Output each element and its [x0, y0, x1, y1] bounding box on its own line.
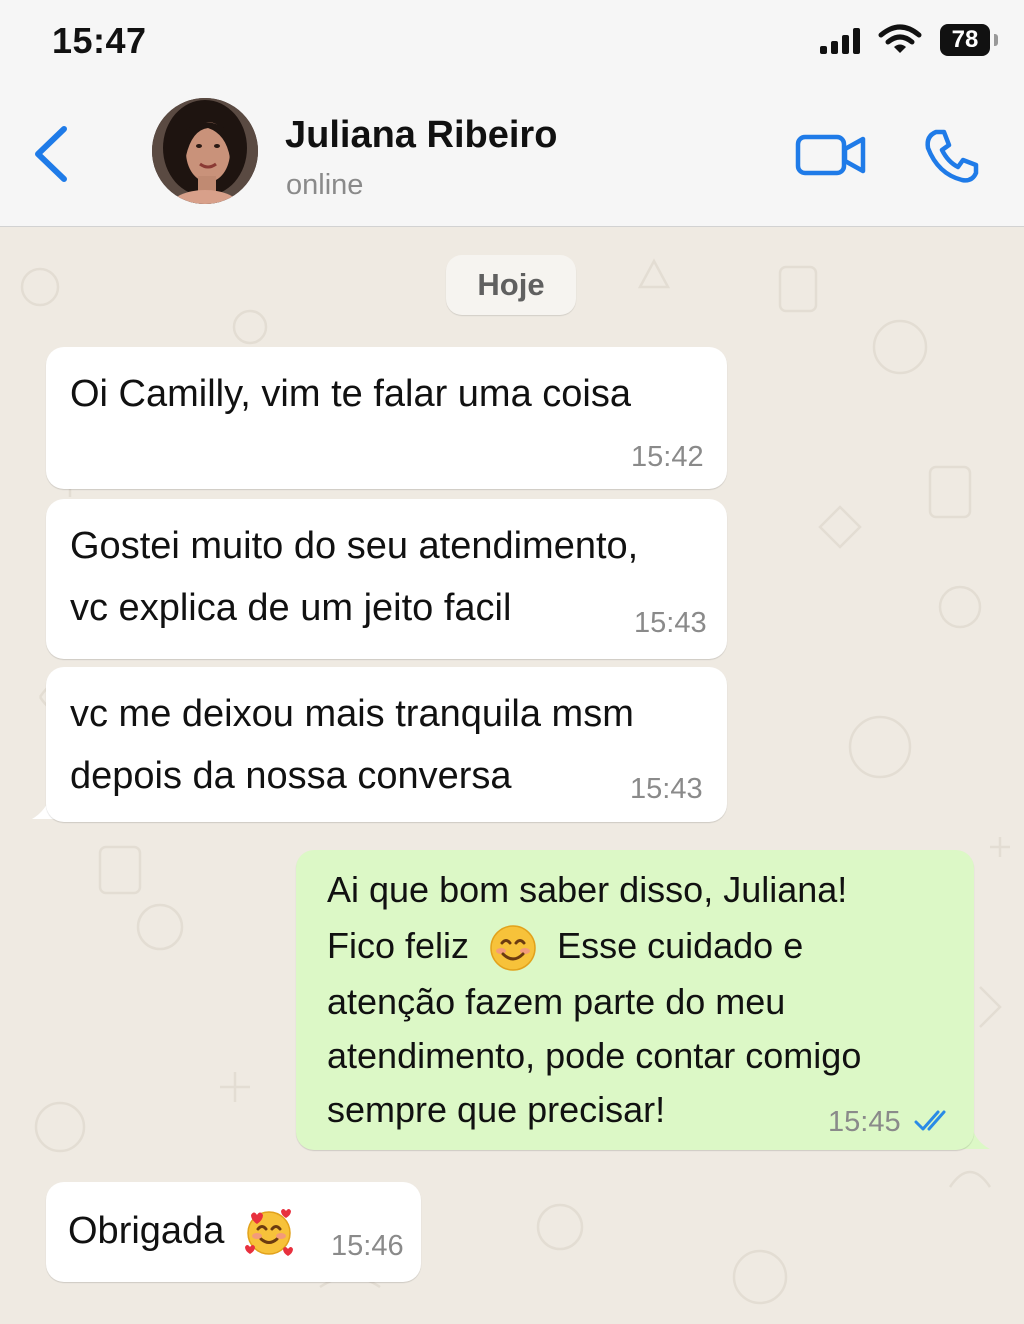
- message-time: 15:43: [634, 607, 707, 639]
- message-text-line: vc explica de um jeito facil: [70, 587, 512, 629]
- contact-name[interactable]: Juliana Ribeiro: [285, 114, 557, 157]
- smiling-face-with-hearts-emoji-icon: [244, 1208, 293, 1256]
- message-text-segment: Obrigada: [68, 1210, 225, 1252]
- phone-call-icon[interactable]: [922, 128, 980, 186]
- message-time: 15:42: [631, 441, 704, 473]
- message-text-line: sempre que precisar!: [327, 1089, 666, 1130]
- message-text-segment: Esse cuidado e: [557, 925, 804, 966]
- message-time: 15:45: [828, 1106, 901, 1138]
- message-time: 15:46: [331, 1230, 404, 1262]
- message-time: 15:43: [630, 773, 703, 805]
- message-text-line: atendimento, pode contar comigo: [327, 1035, 862, 1076]
- chat-header: Juliana Ribeiro online: [0, 84, 1024, 227]
- status-bar: 15:47 78: [0, 0, 1024, 84]
- message-bubble-outgoing[interactable]: Ai que bom saber disso, Juliana! Fico fe…: [296, 850, 974, 1150]
- back-chevron-icon[interactable]: [30, 124, 70, 184]
- date-separator: Hoje: [446, 255, 576, 315]
- battery-icon: 78: [940, 24, 990, 56]
- avatar-photo: [152, 98, 258, 204]
- message-bubble-incoming[interactable]: Gostei muito do seu atendimento, vc expl…: [46, 499, 727, 659]
- battery-nub: [994, 34, 998, 46]
- message-text-line: Ai que bom saber disso, Juliana!: [327, 869, 848, 910]
- smiling-face-emoji-icon: [490, 925, 536, 972]
- message-text-line: depois da nossa conversa: [70, 755, 512, 797]
- message-text-line: atenção fazem parte do meu: [327, 981, 786, 1022]
- contact-avatar[interactable]: [152, 98, 258, 204]
- message-bubble-incoming[interactable]: Obrigada 15:46: [46, 1182, 421, 1282]
- read-receipt-icon: [914, 1110, 946, 1131]
- contact-status: online: [286, 169, 364, 201]
- message-bubble-incoming[interactable]: Oi Camilly, vim te falar uma coisa 15:42: [46, 347, 727, 489]
- message-bubble-incoming[interactable]: vc me deixou mais tranquila msm depois d…: [46, 667, 727, 822]
- message-text-line: Obrigada: [68, 1200, 295, 1262]
- message-text: Oi Camilly, vim te falar uma coisa: [70, 373, 631, 415]
- message-text-line: Gostei muito do seu atendimento,: [70, 525, 639, 567]
- wifi-icon: [878, 24, 922, 53]
- battery-level: 78: [951, 26, 979, 53]
- message-text-segment: Fico feliz: [327, 925, 470, 966]
- message-text-line: vc me deixou mais tranquila msm: [70, 693, 634, 735]
- cellular-signal-icon: [820, 28, 860, 54]
- status-time: 15:47: [52, 20, 147, 61]
- message-text-line: Fico feliz Esse cuidado e: [327, 918, 803, 973]
- video-call-icon[interactable]: [795, 130, 867, 180]
- chat-area[interactable]: Hoje Oi Camilly, vim te falar uma coisa …: [0, 227, 1024, 1324]
